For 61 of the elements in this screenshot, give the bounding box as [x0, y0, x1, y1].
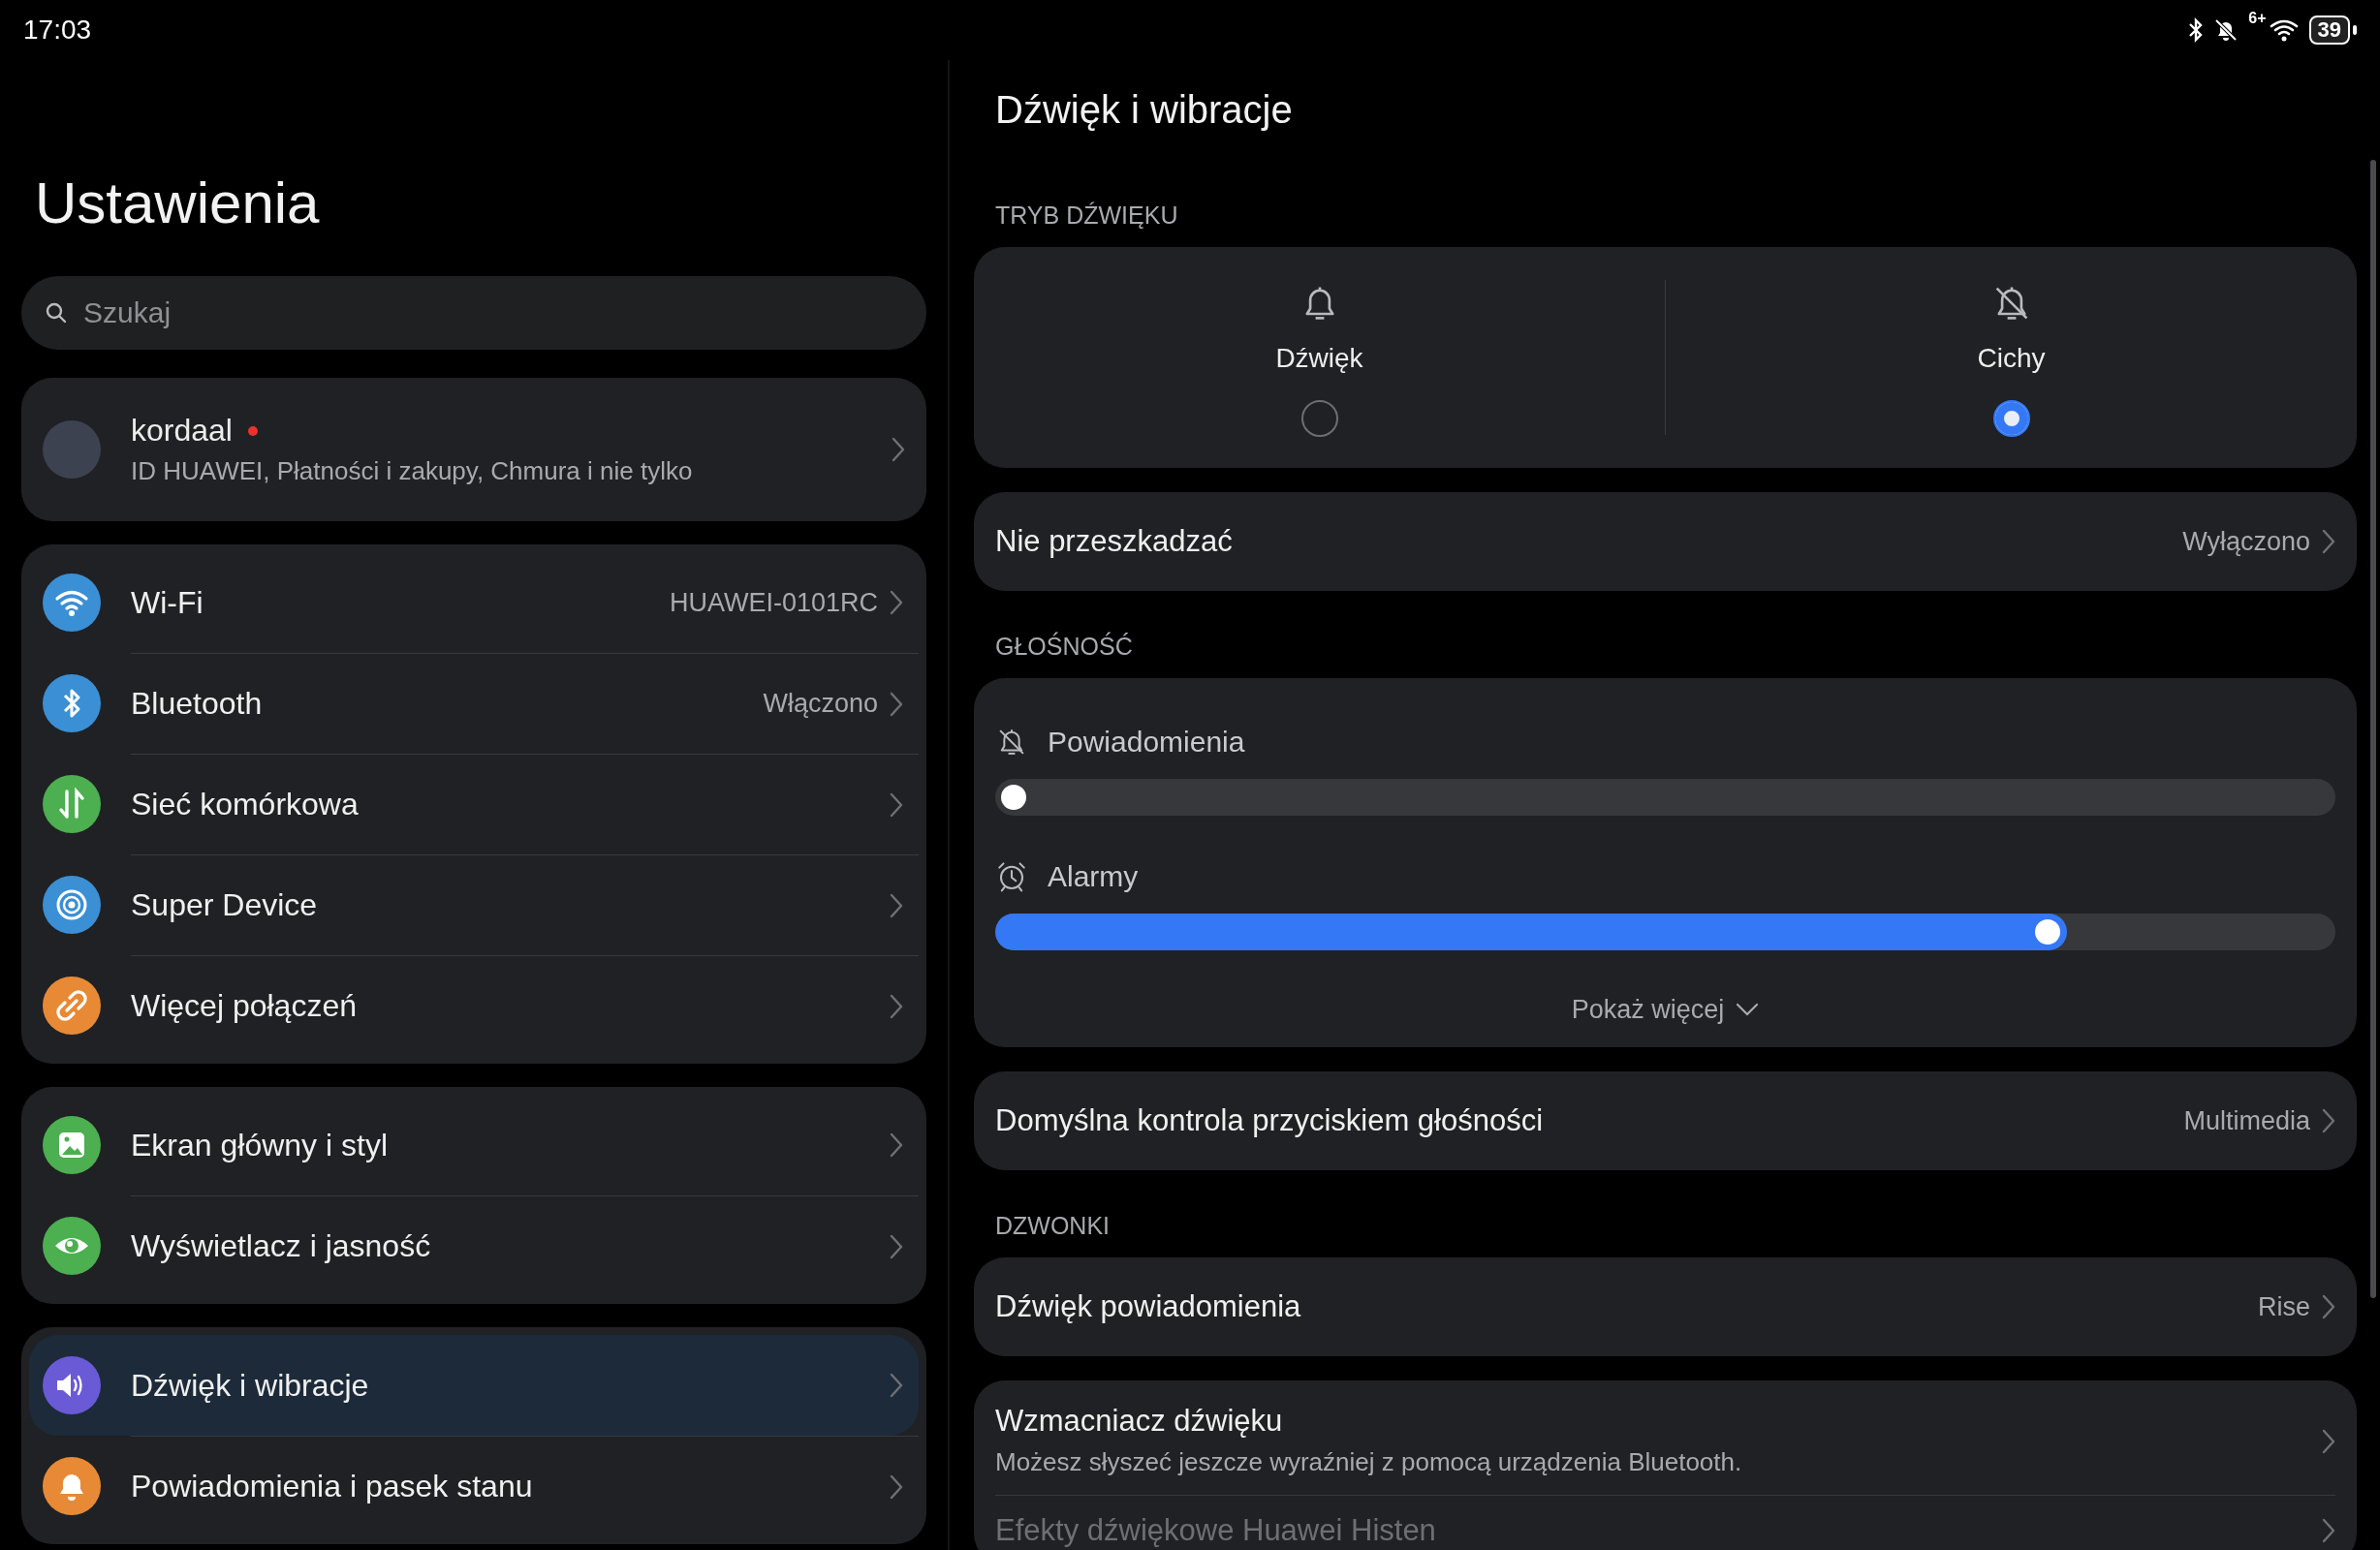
settings-item[interactable]: Super Device — [29, 854, 919, 955]
volume-slider[interactable] — [995, 779, 2335, 816]
radio-button[interactable] — [1992, 400, 2030, 437]
chevron-icon — [890, 590, 903, 615]
radio-button[interactable] — [1300, 400, 1338, 437]
chevron-icon — [890, 1473, 903, 1500]
clock-time: 17:03 — [23, 15, 92, 46]
slider-label: Powiadomienia — [1048, 726, 1245, 759]
section-header: GŁOŚNOŚĆ — [994, 631, 1134, 662]
setting-value: Multimedia — [2183, 1105, 2310, 1136]
settings-item[interactable]: Dźwięk i wibracje — [29, 1335, 919, 1436]
page-title: Ustawienia — [35, 170, 321, 237]
search-field[interactable]: Szukaj — [21, 276, 926, 350]
slider-label: Alarmy — [1048, 860, 1139, 893]
settings-item[interactable]: Sieć komórkowa — [29, 754, 919, 854]
setting-row[interactable]: Nie przeszkadzać Wyłączono — [974, 492, 2357, 591]
setting-row[interactable]: Dźwięk powiadomienia Rise — [974, 1257, 2357, 1356]
chevron-icon — [2322, 529, 2335, 554]
setting-description: Możesz słyszeć jeszcze wyraźniej z pomocą urządzenia Bluetooth. — [995, 1446, 1743, 1478]
settings-item[interactable]: Bluetooth Włączono — [29, 653, 919, 754]
chevron-icon — [892, 437, 905, 462]
alarm-clock-icon — [995, 860, 1028, 893]
settings-item[interactable]: Wyświetlacz i jasność — [29, 1195, 919, 1296]
chevron-icon — [890, 993, 903, 1019]
setting-row[interactable]: Wzmacniacz dźwięku Możesz słyszeć jeszcze wyraźniej z pomocą urządzenia Bluetooth. — [995, 1380, 2335, 1495]
chevron-icon — [890, 1233, 903, 1259]
chevron-icon — [890, 1132, 903, 1158]
chevron-icon — [2322, 1518, 2335, 1543]
section-header: TRYB DŹWIĘKU — [994, 201, 1179, 231]
settings-item[interactable]: Więcej połączeń — [29, 955, 919, 1056]
account-subtitle: ID HUAWEI, Płatności i zakupy, Chmura i nie tylko — [131, 456, 694, 486]
item-value: HUAWEI-0101RC — [669, 587, 878, 618]
muted-bell-icon — [2213, 17, 2239, 43]
sound-mode-option[interactable]: Cichy — [1666, 247, 2357, 468]
settings-item[interactable]: Ekran główny i styl — [29, 1095, 919, 1195]
network-type-label: 6+ — [2248, 10, 2267, 27]
chevron-icon — [2322, 1294, 2335, 1319]
section-header: DZWONKI — [994, 1211, 1112, 1241]
chevron-icon — [2322, 1428, 2335, 1454]
show-more-link[interactable]: Pokaż więcej — [1571, 990, 1760, 1029]
volume-slider[interactable] — [995, 914, 2335, 950]
setting-value: Rise — [2258, 1291, 2310, 1322]
settings-item[interactable]: Wi-Fi HUAWEI-0101RC — [29, 552, 919, 653]
chevron-icon — [2322, 1108, 2335, 1133]
setting-value: Wyłączono — [2182, 526, 2310, 557]
wifi-icon — [2268, 17, 2300, 43]
chevron-down-icon — [1736, 1003, 1760, 1016]
chevron-icon — [890, 892, 903, 918]
setting-row[interactable]: Domyślna kontrola przyciskiem głośności Multimedia — [974, 1071, 2357, 1170]
avatar — [43, 420, 101, 479]
chevron-icon — [890, 1373, 903, 1398]
item-value: Włączono — [763, 689, 878, 719]
slider-thumb[interactable] — [1001, 785, 1026, 810]
settings-item[interactable]: Powiadomienia i pasek stanu — [29, 1436, 919, 1536]
account-card[interactable]: kordaal ID HUAWEI, Płatności i zakupy, Chmura i nie tylko — [21, 378, 926, 521]
bluetooth-icon — [2188, 17, 2205, 43]
chevron-icon — [890, 791, 903, 818]
sound-mode-option[interactable]: Dźwięk — [974, 247, 1665, 468]
chevron-icon — [890, 691, 903, 717]
account-name: kordaal — [131, 413, 233, 449]
page-title: Dźwięk i wibracje — [995, 87, 1294, 133]
